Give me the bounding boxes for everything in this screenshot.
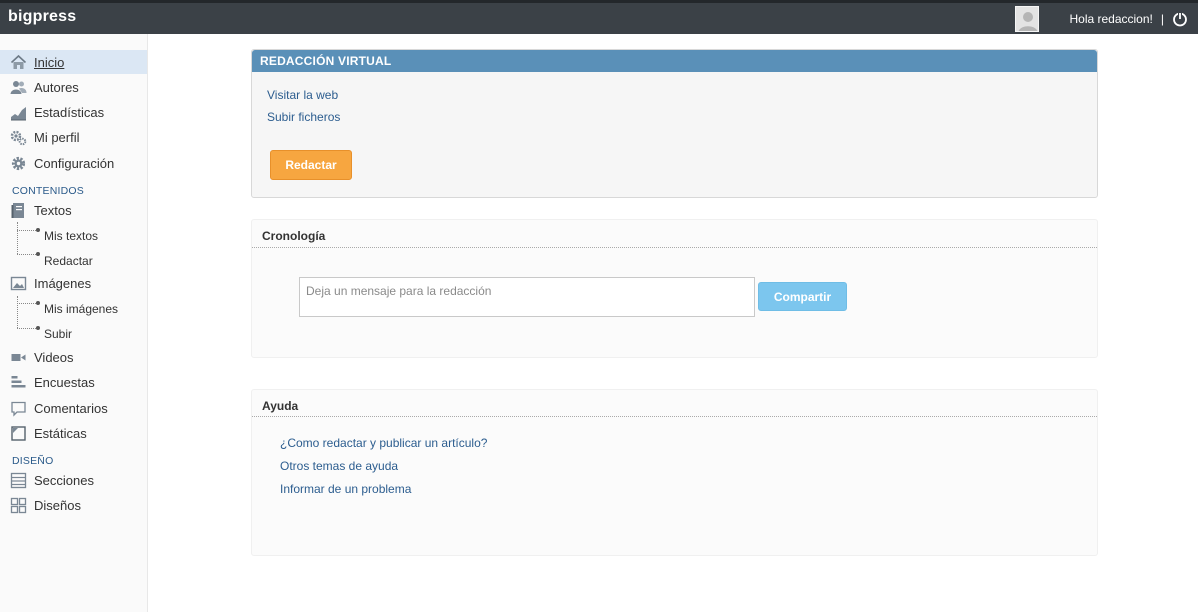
sidebar-item-label: Videos bbox=[34, 349, 74, 365]
sidebar-item-videos[interactable]: Videos bbox=[0, 345, 147, 369]
ayuda-divider bbox=[252, 416, 1097, 417]
help-link-otros-temas[interactable]: Otros temas de ayuda bbox=[280, 459, 398, 473]
cronologia-divider bbox=[252, 247, 1097, 248]
sidebar-item-label: Inicio bbox=[34, 54, 65, 70]
sidebar-item-label: Autores bbox=[34, 79, 79, 95]
redactar-button[interactable]: Redactar bbox=[270, 150, 352, 180]
tree-branch bbox=[17, 328, 38, 329]
sidebar-item-estadisticas[interactable]: Estadísticas bbox=[0, 100, 147, 124]
sidebar-item-label: Imágenes bbox=[34, 275, 92, 291]
profile-gears-icon bbox=[10, 129, 27, 146]
sidebar-subitem-mis-imagenes[interactable]: Mis imágenes bbox=[44, 302, 118, 316]
section-title-contenidos: CONTENIDOS bbox=[12, 185, 85, 197]
sidebar-item-configuracion[interactable]: Configuración bbox=[0, 151, 147, 175]
book-icon bbox=[10, 202, 27, 219]
sidebar-item-label: Estadísticas bbox=[34, 104, 105, 120]
gear-icon bbox=[10, 155, 27, 172]
help-link-informar-problema[interactable]: Informar de un problema bbox=[280, 482, 411, 496]
tree-branch bbox=[17, 303, 38, 304]
sidebar-item-label: Encuestas bbox=[34, 374, 95, 390]
sidebar-item-estaticas[interactable]: Estáticas bbox=[0, 421, 147, 445]
sidebar-subitem-mis-textos[interactable]: Mis textos bbox=[44, 229, 98, 243]
cronologia-panel: Cronología Compartir bbox=[251, 219, 1098, 358]
user-greeting[interactable]: Hola redaccion! bbox=[1069, 12, 1152, 26]
sidebar-item-secciones[interactable]: Secciones bbox=[0, 468, 147, 492]
layout-grid-icon bbox=[10, 497, 27, 514]
brand-logo[interactable]: bigpress bbox=[8, 8, 76, 26]
sidebar-subitem-subir[interactable]: Subir bbox=[44, 327, 72, 341]
video-camera-icon bbox=[10, 349, 27, 366]
sections-list-icon bbox=[10, 472, 27, 489]
sidebar-item-encuestas[interactable]: Encuestas bbox=[0, 370, 147, 394]
user-area: Hola redaccion! | bbox=[1015, 5, 1188, 33]
subir-ficheros-link[interactable]: Subir ficheros bbox=[267, 110, 340, 124]
users-icon bbox=[10, 79, 27, 96]
sidebar-subitem-redactar[interactable]: Redactar bbox=[44, 254, 93, 268]
sidebar: Inicio Autores Estadísticas Mi perfil Co… bbox=[0, 34, 148, 612]
section-title-diseno: DISEÑO bbox=[12, 455, 54, 467]
stats-chart-icon bbox=[10, 104, 27, 121]
power-icon[interactable] bbox=[1172, 11, 1188, 27]
sidebar-item-label: Secciones bbox=[34, 472, 94, 488]
redactar-button-label: Redactar bbox=[285, 158, 337, 172]
tree-branch bbox=[17, 254, 38, 255]
tree-branch bbox=[17, 230, 38, 231]
sidebar-item-disenos[interactable]: Diseños bbox=[0, 493, 147, 517]
sidebar-item-comentarios[interactable]: Comentarios bbox=[0, 396, 147, 420]
redaccion-virtual-panel: REDACCIÓN VIRTUAL Visitar la web Subir f… bbox=[251, 49, 1098, 198]
header-separator: | bbox=[1160, 12, 1164, 26]
sidebar-item-autores[interactable]: Autores bbox=[0, 75, 147, 99]
sidebar-item-mi-perfil[interactable]: Mi perfil bbox=[0, 125, 147, 149]
visitar-web-link[interactable]: Visitar la web bbox=[267, 88, 338, 102]
tree-dot bbox=[36, 252, 40, 256]
tree-dot bbox=[36, 228, 40, 232]
tree-dot bbox=[36, 301, 40, 305]
sidebar-item-label: Configuración bbox=[34, 155, 115, 171]
sidebar-item-label: Comentarios bbox=[34, 400, 108, 416]
redaccion-panel-title: REDACCIÓN VIRTUAL bbox=[252, 50, 1097, 72]
image-icon bbox=[10, 275, 27, 292]
ayuda-panel: Ayuda ¿Como redactar y publicar un artíc… bbox=[251, 389, 1098, 556]
cronologia-title: Cronología bbox=[262, 229, 326, 243]
ayuda-title: Ayuda bbox=[262, 399, 299, 413]
poll-bars-icon bbox=[10, 374, 27, 391]
sidebar-item-inicio[interactable]: Inicio bbox=[0, 50, 147, 74]
comment-bubble-icon bbox=[10, 400, 27, 417]
tree-dot bbox=[36, 326, 40, 330]
sidebar-item-label: Diseños bbox=[34, 497, 81, 513]
sidebar-item-imagenes[interactable]: Imágenes bbox=[0, 271, 147, 295]
sidebar-item-textos[interactable]: Textos bbox=[0, 198, 147, 222]
sidebar-item-label: Estáticas bbox=[34, 425, 87, 441]
top-bar: bigpress Hola redaccion! | bbox=[0, 0, 1198, 34]
tree-line bbox=[17, 296, 18, 328]
static-page-icon bbox=[10, 425, 27, 442]
sidebar-item-label: Mi perfil bbox=[34, 129, 80, 145]
tree-line bbox=[17, 222, 18, 254]
sidebar-item-label: Textos bbox=[34, 202, 72, 218]
message-input[interactable] bbox=[299, 277, 755, 317]
compartir-button[interactable]: Compartir bbox=[758, 282, 847, 311]
compartir-button-label: Compartir bbox=[773, 289, 832, 304]
user-avatar-icon[interactable] bbox=[1015, 6, 1040, 32]
home-icon bbox=[10, 54, 27, 71]
help-link-como-redactar[interactable]: ¿Como redactar y publicar un artículo? bbox=[280, 436, 487, 450]
